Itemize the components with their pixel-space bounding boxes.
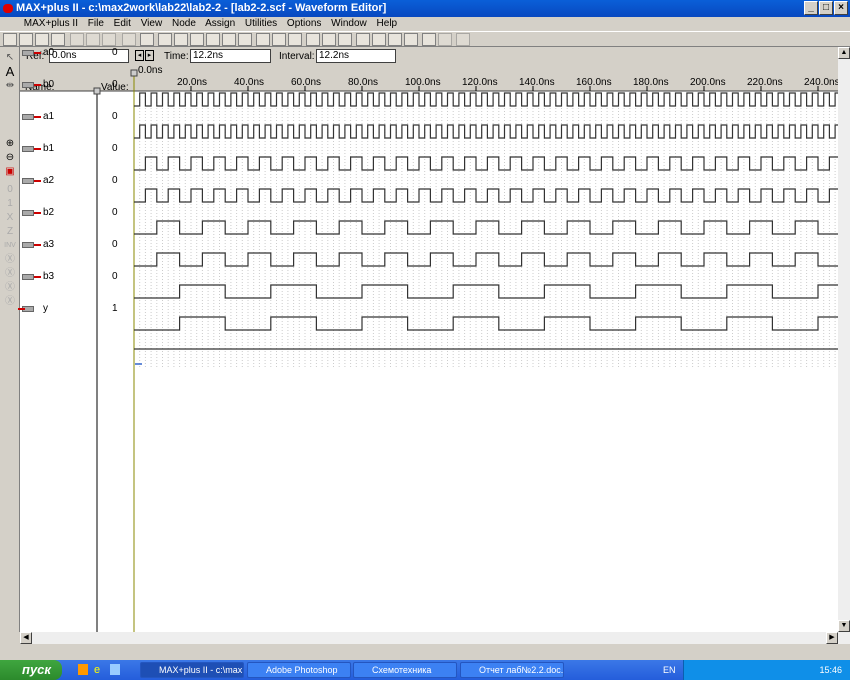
- scroll-up-button[interactable]: ▲: [838, 47, 850, 59]
- print-icon[interactable]: [51, 33, 65, 46]
- tick-label: 200.0ns: [690, 77, 726, 88]
- menu-bar: MAX+plus II File Edit View Node Assign U…: [0, 17, 850, 31]
- tick-label: 140.0ns: [519, 77, 555, 88]
- cut-icon[interactable]: [70, 33, 84, 46]
- tick-label: 160.0ns: [576, 77, 612, 88]
- app-logo-icon: [3, 4, 13, 13]
- menu-options[interactable]: Options: [287, 18, 321, 29]
- task-photoshop[interactable]: Adobe Photoshop: [247, 662, 351, 678]
- scroll-down-button[interactable]: ▼: [838, 620, 850, 632]
- help-icon[interactable]: [140, 33, 154, 46]
- toolbar: [0, 31, 850, 47]
- include-icon[interactable]: [306, 33, 320, 46]
- menu-edit[interactable]: Edit: [114, 18, 131, 29]
- copy-icon[interactable]: [86, 33, 100, 46]
- compiler-icon[interactable]: [256, 33, 270, 46]
- menu-window[interactable]: Window: [331, 18, 367, 29]
- task-word-doc[interactable]: Отчет лаб№2.2.doc...: [460, 662, 564, 678]
- floorplan-icon[interactable]: [272, 33, 286, 46]
- scroll-left-button[interactable]: ◀: [20, 632, 32, 644]
- waveform-plot: 20.0ns 40.0ns 60.0ns 80.0ns 100.0ns 120.0ns 14…: [20, 69, 838, 632]
- waveform-a0[interactable]: [134, 92, 838, 107]
- clock: 15:46: [819, 665, 842, 675]
- menu-utilities[interactable]: Utilities: [245, 18, 277, 29]
- open-editor-icon[interactable]: [190, 33, 204, 46]
- task-maxplus[interactable]: MAX+plus II - c:\max...: [140, 662, 244, 678]
- start-button[interactable]: пуск: [0, 660, 62, 680]
- undo-icon[interactable]: [122, 33, 136, 46]
- scroll-right-button[interactable]: ▶: [826, 632, 838, 644]
- menu-view[interactable]: View: [141, 18, 163, 29]
- maximize-button[interactable]: □: [819, 1, 833, 15]
- tick-label: 240.0ns: [804, 77, 838, 88]
- tick-label: 100.0ns: [405, 77, 441, 88]
- timing-icon[interactable]: [222, 33, 236, 46]
- new-icon[interactable]: [3, 33, 17, 46]
- quicklaunch-outlook-icon[interactable]: [110, 664, 120, 675]
- fit-icon[interactable]: [438, 33, 452, 46]
- task-folder[interactable]: Схемотехника: [353, 662, 457, 678]
- tick-label: 60.0ns: [291, 77, 321, 88]
- menu-file[interactable]: File: [88, 18, 104, 29]
- project-save-icon[interactable]: [338, 33, 352, 46]
- horizontal-scrollbar[interactable]: ◀ ▶: [20, 632, 850, 644]
- title-bar: MAX+plus II - c:\max2work\lab22\lab2-2 -…: [0, 0, 850, 17]
- replace-icon[interactable]: [422, 33, 436, 46]
- search-icon[interactable]: [456, 33, 470, 46]
- tick-label: 220.0ns: [747, 77, 783, 88]
- system-tray: 15:46: [683, 660, 850, 680]
- tick-label: 120.0ns: [462, 77, 498, 88]
- cursor-handle[interactable]: [130, 69, 138, 77]
- open-icon[interactable]: [19, 33, 33, 46]
- close-button[interactable]: ×: [834, 1, 848, 15]
- tick-label: 20.0ns: [177, 77, 207, 88]
- programmer-icon[interactable]: [238, 33, 252, 46]
- menu-help[interactable]: Help: [377, 18, 398, 29]
- quicklaunch-desktop-icon[interactable]: [78, 664, 88, 675]
- messages-icon[interactable]: [158, 33, 172, 46]
- minimize-button[interactable]: _: [804, 1, 818, 15]
- vertical-scrollbar[interactable]: ▲ ▼: [838, 47, 850, 632]
- tick-label: 180.0ns: [633, 77, 669, 88]
- tick-label: 40.0ns: [234, 77, 264, 88]
- find-text-icon[interactable]: [388, 33, 402, 46]
- simulator-icon[interactable]: [206, 33, 220, 46]
- save-icon[interactable]: [35, 33, 49, 46]
- waveform-b0[interactable]: [134, 124, 838, 139]
- hierarchy-icon[interactable]: [174, 33, 188, 46]
- find-node-icon[interactable]: [372, 33, 386, 46]
- tick-label: 80.0ns: [348, 77, 378, 88]
- paste-icon[interactable]: [102, 33, 116, 46]
- save-all-icon[interactable]: [356, 33, 370, 46]
- menu-maxplus[interactable]: MAX+plus II: [24, 18, 78, 29]
- check-icon[interactable]: [322, 33, 336, 46]
- column-handle[interactable]: [93, 87, 101, 95]
- symbol-icon[interactable]: [288, 33, 302, 46]
- find-eqn-icon[interactable]: [404, 33, 418, 46]
- window-title: MAX+plus II - c:\max2work\lab22\lab2-2 -…: [16, 2, 387, 14]
- language-indicator[interactable]: EN: [663, 665, 676, 675]
- menu-assign[interactable]: Assign: [205, 18, 235, 29]
- quicklaunch-ie-icon[interactable]: e: [94, 664, 104, 676]
- start-label: пуск: [22, 662, 51, 677]
- menu-node[interactable]: Node: [172, 18, 196, 29]
